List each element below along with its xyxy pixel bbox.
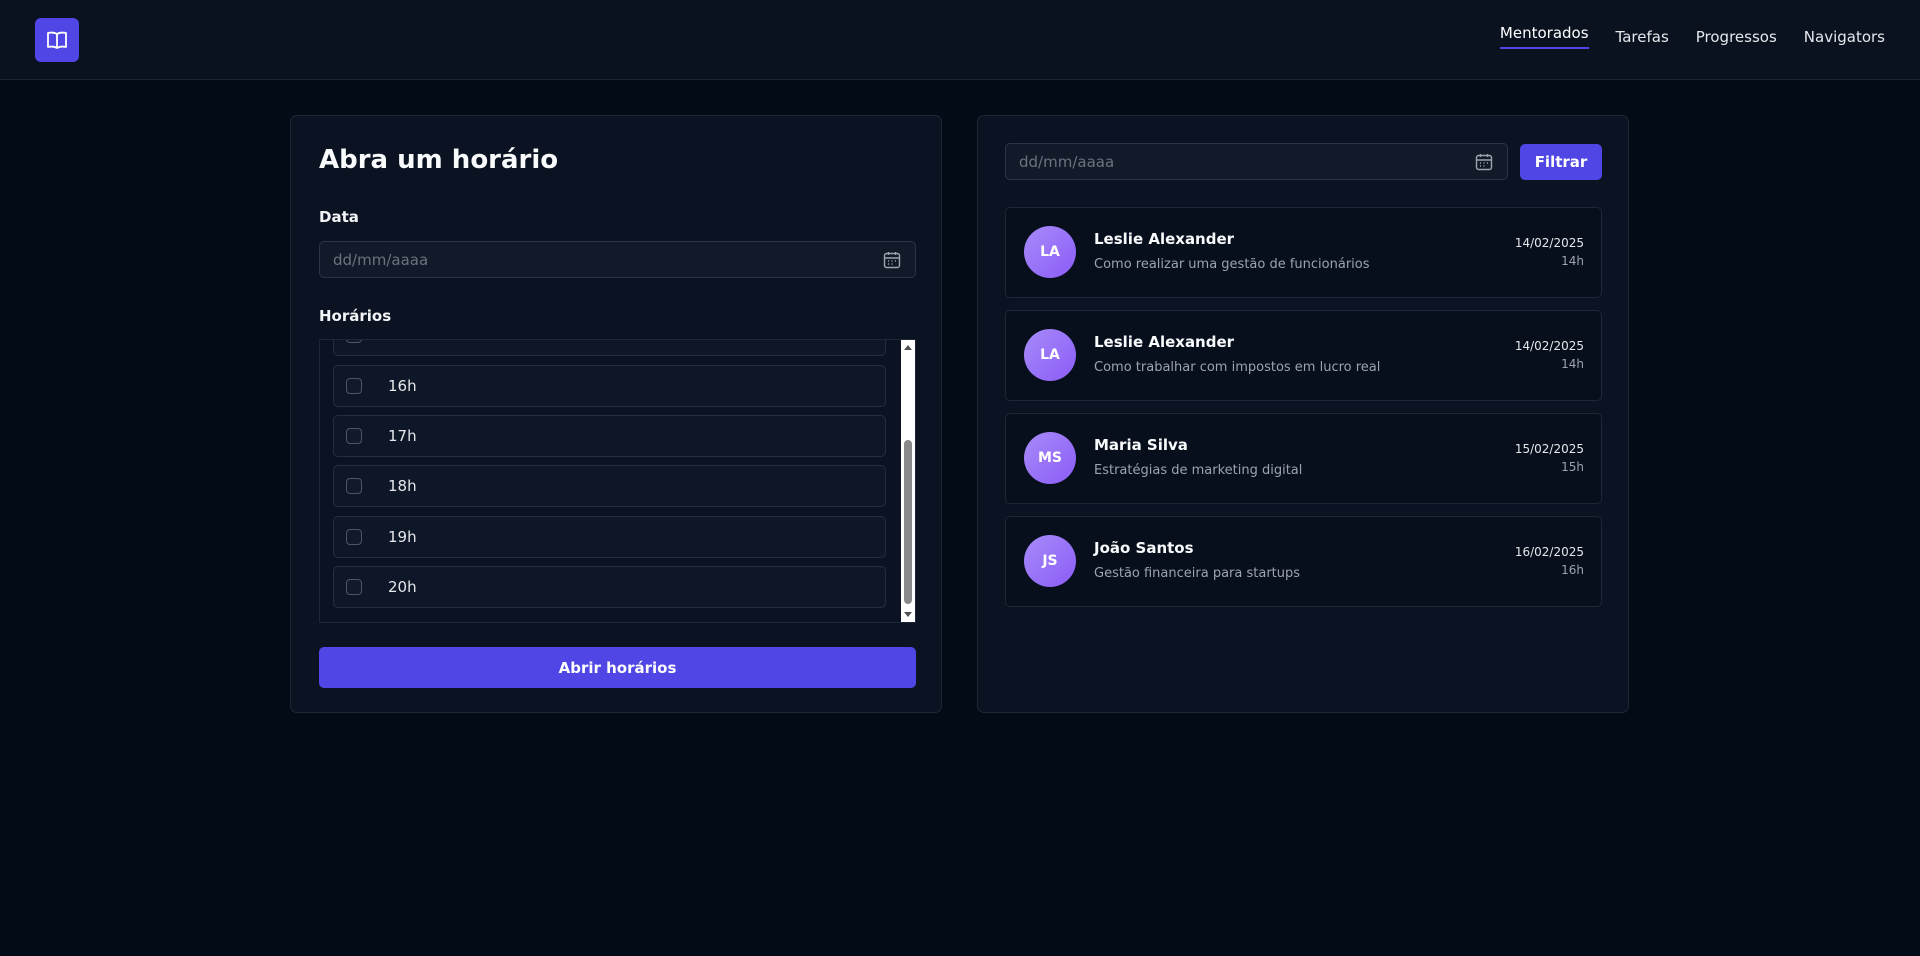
- slots-scrollbar[interactable]: [901, 340, 915, 622]
- slots-list[interactable]: 16h 17h 18h 19h 20h: [319, 339, 916, 623]
- page-title: Abra um horário: [319, 145, 559, 175]
- session-mentee-name: João Santos: [1094, 539, 1194, 557]
- session-hour: 16h: [1561, 563, 1584, 577]
- session-date: 16/02/2025: [1514, 545, 1584, 559]
- slot-checkbox[interactable]: [346, 378, 362, 394]
- slot-checkbox[interactable]: [346, 340, 362, 343]
- slot-checkbox[interactable]: [346, 428, 362, 444]
- top-navbar: Mentorados Tarefas Progressos Navigators: [0, 0, 1920, 80]
- logo-button[interactable]: [35, 18, 79, 62]
- slot-item[interactable]: 19h: [333, 516, 886, 558]
- nav-link-mentorados[interactable]: Mentorados: [1499, 24, 1589, 49]
- slot-checkbox[interactable]: [346, 529, 362, 545]
- session-hour: 14h: [1561, 357, 1584, 371]
- date-placeholder: dd/mm/aaaa: [333, 250, 429, 269]
- session-hour: 14h: [1561, 254, 1584, 268]
- avatar: JS: [1024, 535, 1076, 587]
- session-topic: Como trabalhar com impostos em lucro rea…: [1094, 360, 1381, 375]
- slot-item-partial[interactable]: [333, 340, 886, 356]
- slot-item[interactable]: 17h: [333, 415, 886, 457]
- session-topic: Como realizar uma gestão de funcionários: [1094, 257, 1370, 272]
- sessions-card: dd/mm/aaaa Filtrar LA Leslie Alexander C…: [977, 115, 1629, 713]
- date-label: Data: [319, 208, 359, 226]
- session-item[interactable]: JS João Santos Gestão financeira para st…: [1005, 516, 1602, 607]
- slot-checkbox[interactable]: [346, 478, 362, 494]
- slot-label: 19h: [388, 528, 417, 546]
- nav-link-tarefas[interactable]: Tarefas: [1616, 28, 1669, 52]
- session-date: 15/02/2025: [1514, 442, 1584, 456]
- date-field[interactable]: dd/mm/aaaa: [319, 241, 916, 278]
- open-slots-button[interactable]: Abrir horários: [319, 647, 916, 688]
- slot-item[interactable]: 18h: [333, 465, 886, 507]
- slot-label: 16h: [388, 377, 417, 395]
- slot-item[interactable]: 20h: [333, 566, 886, 608]
- session-date: 14/02/2025: [1514, 339, 1584, 353]
- calendar-icon[interactable]: [1474, 152, 1494, 172]
- session-mentee-name: Maria Silva: [1094, 436, 1188, 454]
- session-topic: Estratégias de marketing digital: [1094, 463, 1303, 478]
- slot-checkbox[interactable]: [346, 579, 362, 595]
- slot-label: 18h: [388, 477, 417, 495]
- slots-label: Horários: [319, 307, 392, 325]
- session-mentee-name: Leslie Alexander: [1094, 333, 1235, 351]
- scroll-up-arrow-icon[interactable]: [904, 345, 912, 350]
- slot-item[interactable]: 16h: [333, 365, 886, 407]
- scroll-down-arrow-icon[interactable]: [904, 612, 912, 617]
- filter-button[interactable]: Filtrar: [1520, 144, 1602, 180]
- nav-link-navigators[interactable]: Navigators: [1804, 28, 1885, 52]
- session-mentee-name: Leslie Alexander: [1094, 230, 1235, 248]
- slot-label: 20h: [388, 578, 417, 596]
- session-item[interactable]: LA Leslie Alexander Como realizar uma ge…: [1005, 207, 1602, 298]
- avatar: LA: [1024, 329, 1076, 381]
- open-slot-card: Abra um horário Data dd/mm/aaaa Horários…: [290, 115, 942, 713]
- session-topic: Gestão financeira para startups: [1094, 566, 1301, 581]
- session-item[interactable]: LA Leslie Alexander Como trabalhar com i…: [1005, 310, 1602, 401]
- session-hour: 15h: [1561, 460, 1584, 474]
- session-date: 14/02/2025: [1514, 236, 1584, 250]
- scrollbar-thumb[interactable]: [904, 440, 912, 604]
- filter-date-field[interactable]: dd/mm/aaaa: [1005, 143, 1508, 180]
- avatar: MS: [1024, 432, 1076, 484]
- nav-link-progressos[interactable]: Progressos: [1696, 28, 1777, 52]
- calendar-icon[interactable]: [882, 250, 902, 270]
- main-nav: Mentorados Tarefas Progressos Navigators: [1499, 0, 1885, 79]
- avatar: LA: [1024, 226, 1076, 278]
- filter-date-placeholder: dd/mm/aaaa: [1019, 152, 1115, 171]
- slot-label: 17h: [388, 427, 417, 445]
- open-book-icon: [47, 31, 67, 49]
- session-item[interactable]: MS Maria Silva Estratégias de marketing …: [1005, 413, 1602, 504]
